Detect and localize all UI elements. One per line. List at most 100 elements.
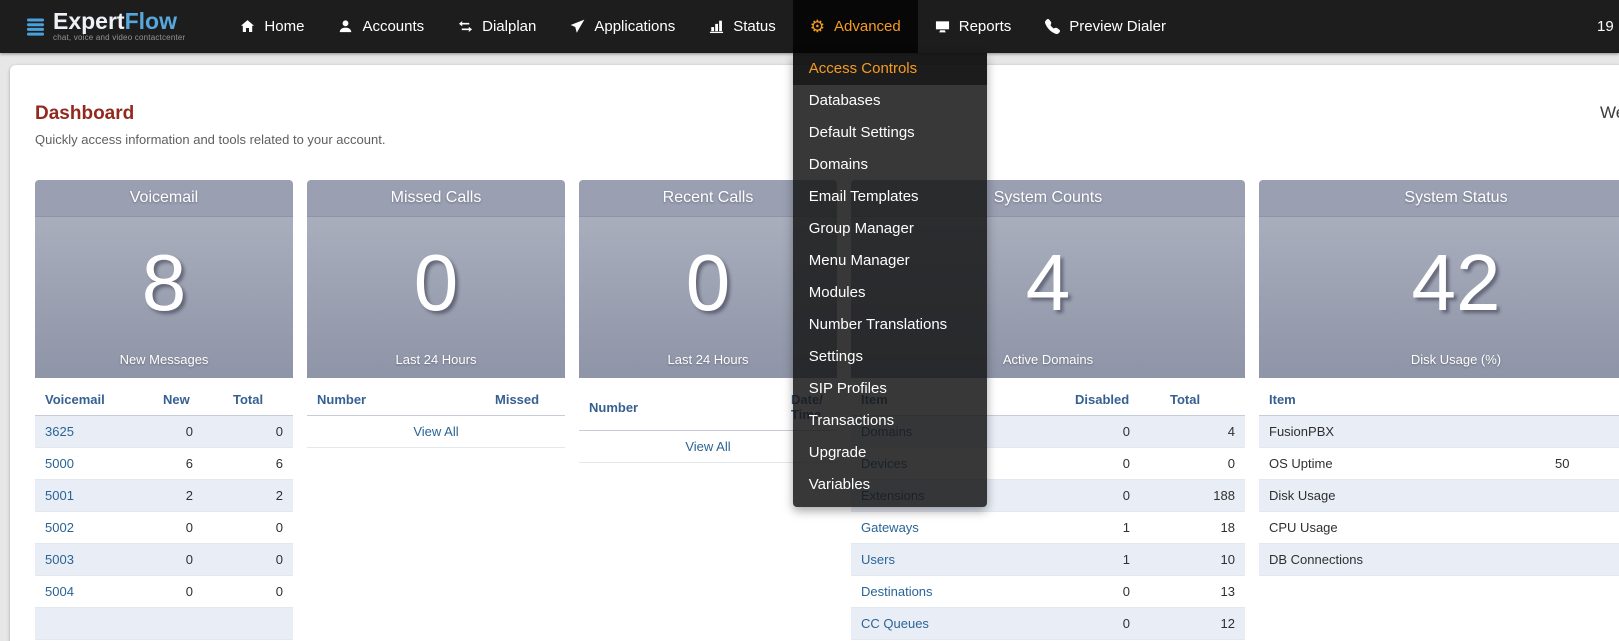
- nav-dialplan-label: Dialplan: [482, 18, 536, 35]
- count-item-link[interactable]: Gateways: [861, 520, 919, 535]
- dropdown-item-upgrade[interactable]: Upgrade: [793, 437, 987, 469]
- nav-dialplan[interactable]: Dialplan: [441, 0, 553, 53]
- col-header: Total: [223, 384, 293, 416]
- col-header: New: [153, 384, 223, 416]
- bar-chart-icon: [709, 19, 724, 34]
- missed-calls-count: 0: [414, 213, 459, 352]
- cell-total: 0: [223, 576, 293, 608]
- recent-calls-count: 0: [686, 213, 731, 352]
- active-domains-count: 4: [1026, 213, 1071, 352]
- status-value: 50: [1545, 448, 1619, 480]
- card-caption: Disk Usage (%): [1411, 352, 1501, 378]
- missed-calls-table: Number Missed View All: [307, 384, 565, 448]
- nav-status[interactable]: Status: [692, 0, 793, 53]
- dropdown-item-variables[interactable]: Variables: [793, 469, 987, 501]
- brand-logo[interactable]: ExpertFlow chat, voice and video contact…: [26, 0, 185, 53]
- voicemail-box-link[interactable]: 5000: [45, 456, 74, 471]
- dropdown-item-domains[interactable]: Domains: [793, 149, 987, 181]
- dropdown-item-access-controls[interactable]: Access Controls: [793, 53, 987, 85]
- status-item: CPU Usage: [1259, 512, 1545, 544]
- table-row: Gateways 1 18: [851, 512, 1245, 544]
- phone-icon: [1045, 19, 1060, 34]
- dropdown-item-group-manager[interactable]: Group Manager: [793, 213, 987, 245]
- cell-disabled: 0: [1065, 576, 1160, 608]
- dropdown-item-menu-manager[interactable]: Menu Manager: [793, 245, 987, 277]
- nav-home[interactable]: Home: [223, 0, 321, 53]
- status-value: [1545, 512, 1619, 544]
- main-menu: Home Accounts Dialplan Applications Stat…: [223, 0, 1183, 53]
- voicemail-box-link[interactable]: 5003: [45, 552, 74, 567]
- gear-icon: ⚙: [810, 18, 825, 35]
- brand-name: ExpertFlow: [53, 11, 185, 32]
- missed-calls-column: Missed Calls 0 Last 24 Hours Number Miss…: [307, 180, 565, 448]
- col-header: Voicemail: [35, 384, 153, 416]
- exchange-arrows-icon: [458, 19, 473, 34]
- voicemail-count: 8: [142, 213, 187, 352]
- col-header: [1545, 384, 1619, 416]
- cell-total: 18: [1160, 512, 1245, 544]
- table-row: 5002 0 0: [35, 512, 293, 544]
- nav-home-label: Home: [264, 18, 304, 35]
- count-item-link[interactable]: CC Queues: [861, 616, 929, 631]
- nav-reports[interactable]: Reports: [918, 0, 1029, 53]
- cell-total: 13: [1160, 576, 1245, 608]
- nav-applications[interactable]: Applications: [553, 0, 692, 53]
- nav-accounts[interactable]: Accounts: [321, 0, 441, 53]
- dropdown-item-settings[interactable]: Settings: [793, 341, 987, 373]
- dropdown-item-number-translations[interactable]: Number Translations: [793, 309, 987, 341]
- cell-total: 2: [223, 480, 293, 512]
- table-row: 5003 0 0: [35, 544, 293, 576]
- view-all-link[interactable]: View All: [685, 439, 730, 454]
- logo-bars-icon: [26, 17, 46, 37]
- cell-total: 188: [1160, 480, 1245, 512]
- dropdown-item-modules[interactable]: Modules: [793, 277, 987, 309]
- dropdown-item-transactions[interactable]: Transactions: [793, 405, 987, 437]
- system-status-table: Item FusionPBX OS Uptime 50 Disk Usage C…: [1259, 384, 1619, 576]
- col-header: Missed: [485, 384, 565, 416]
- card-title: Missed Calls: [307, 180, 565, 217]
- status-value: [1545, 544, 1619, 576]
- brand-name-primary: Expert: [53, 8, 125, 34]
- disk-usage-count: 42: [1412, 213, 1501, 352]
- cell-new: 6: [153, 448, 223, 480]
- view-all-link[interactable]: View All: [413, 424, 458, 439]
- nav-preview-dialer[interactable]: Preview Dialer: [1028, 0, 1183, 53]
- cell-total: 0: [223, 544, 293, 576]
- card-missed-calls: Missed Calls 0 Last 24 Hours: [307, 180, 565, 378]
- nav-applications-label: Applications: [594, 18, 675, 35]
- nav-accounts-label: Accounts: [362, 18, 424, 35]
- table-row: OS Uptime 50: [1259, 448, 1619, 480]
- voicemail-box-link[interactable]: 5001: [45, 488, 74, 503]
- card-title: Voicemail: [35, 180, 293, 217]
- table-row: 3625 0 0: [35, 416, 293, 448]
- card-title: System Status: [1259, 180, 1619, 217]
- voicemail-box-link[interactable]: 5004: [45, 584, 74, 599]
- cell-total: 12: [1160, 608, 1245, 640]
- table-row: View All: [307, 416, 565, 448]
- status-item: FusionPBX: [1259, 416, 1545, 448]
- voicemail-box-link[interactable]: 3625: [45, 424, 74, 439]
- card-caption: Last 24 Hours: [668, 352, 749, 378]
- table-row: CPU Usage: [1259, 512, 1619, 544]
- count-item-link[interactable]: Users: [861, 552, 895, 567]
- dropdown-item-databases[interactable]: Databases: [793, 85, 987, 117]
- cell-disabled: 0: [1065, 480, 1160, 512]
- table-row: Users 1 10: [851, 544, 1245, 576]
- status-value: [1545, 480, 1619, 512]
- nav-advanced[interactable]: ⚙ Advanced Access Controls Databases Def…: [793, 0, 918, 53]
- brand-tagline: chat, voice and video contactcenter: [53, 33, 185, 42]
- voicemail-table: Voicemail New Total 3625 0 0 5000 6 6 50…: [35, 384, 293, 640]
- card-voicemail: Voicemail 8 New Messages: [35, 180, 293, 378]
- count-item-link[interactable]: Destinations: [861, 584, 933, 599]
- home-icon: [240, 19, 255, 34]
- dropdown-item-default-settings[interactable]: Default Settings: [793, 117, 987, 149]
- table-header-row: Voicemail New Total: [35, 384, 293, 416]
- col-header: Total: [1160, 384, 1245, 416]
- voicemail-box-link[interactable]: 5002: [45, 520, 74, 535]
- table-header-row: Number Missed: [307, 384, 565, 416]
- card-caption: New Messages: [120, 352, 209, 378]
- dropdown-item-email-templates[interactable]: Email Templates: [793, 181, 987, 213]
- voicemail-column: Voicemail 8 New Messages Voicemail New T…: [35, 180, 293, 640]
- dropdown-item-sip-profiles[interactable]: SIP Profiles: [793, 373, 987, 405]
- status-value: [1545, 416, 1619, 448]
